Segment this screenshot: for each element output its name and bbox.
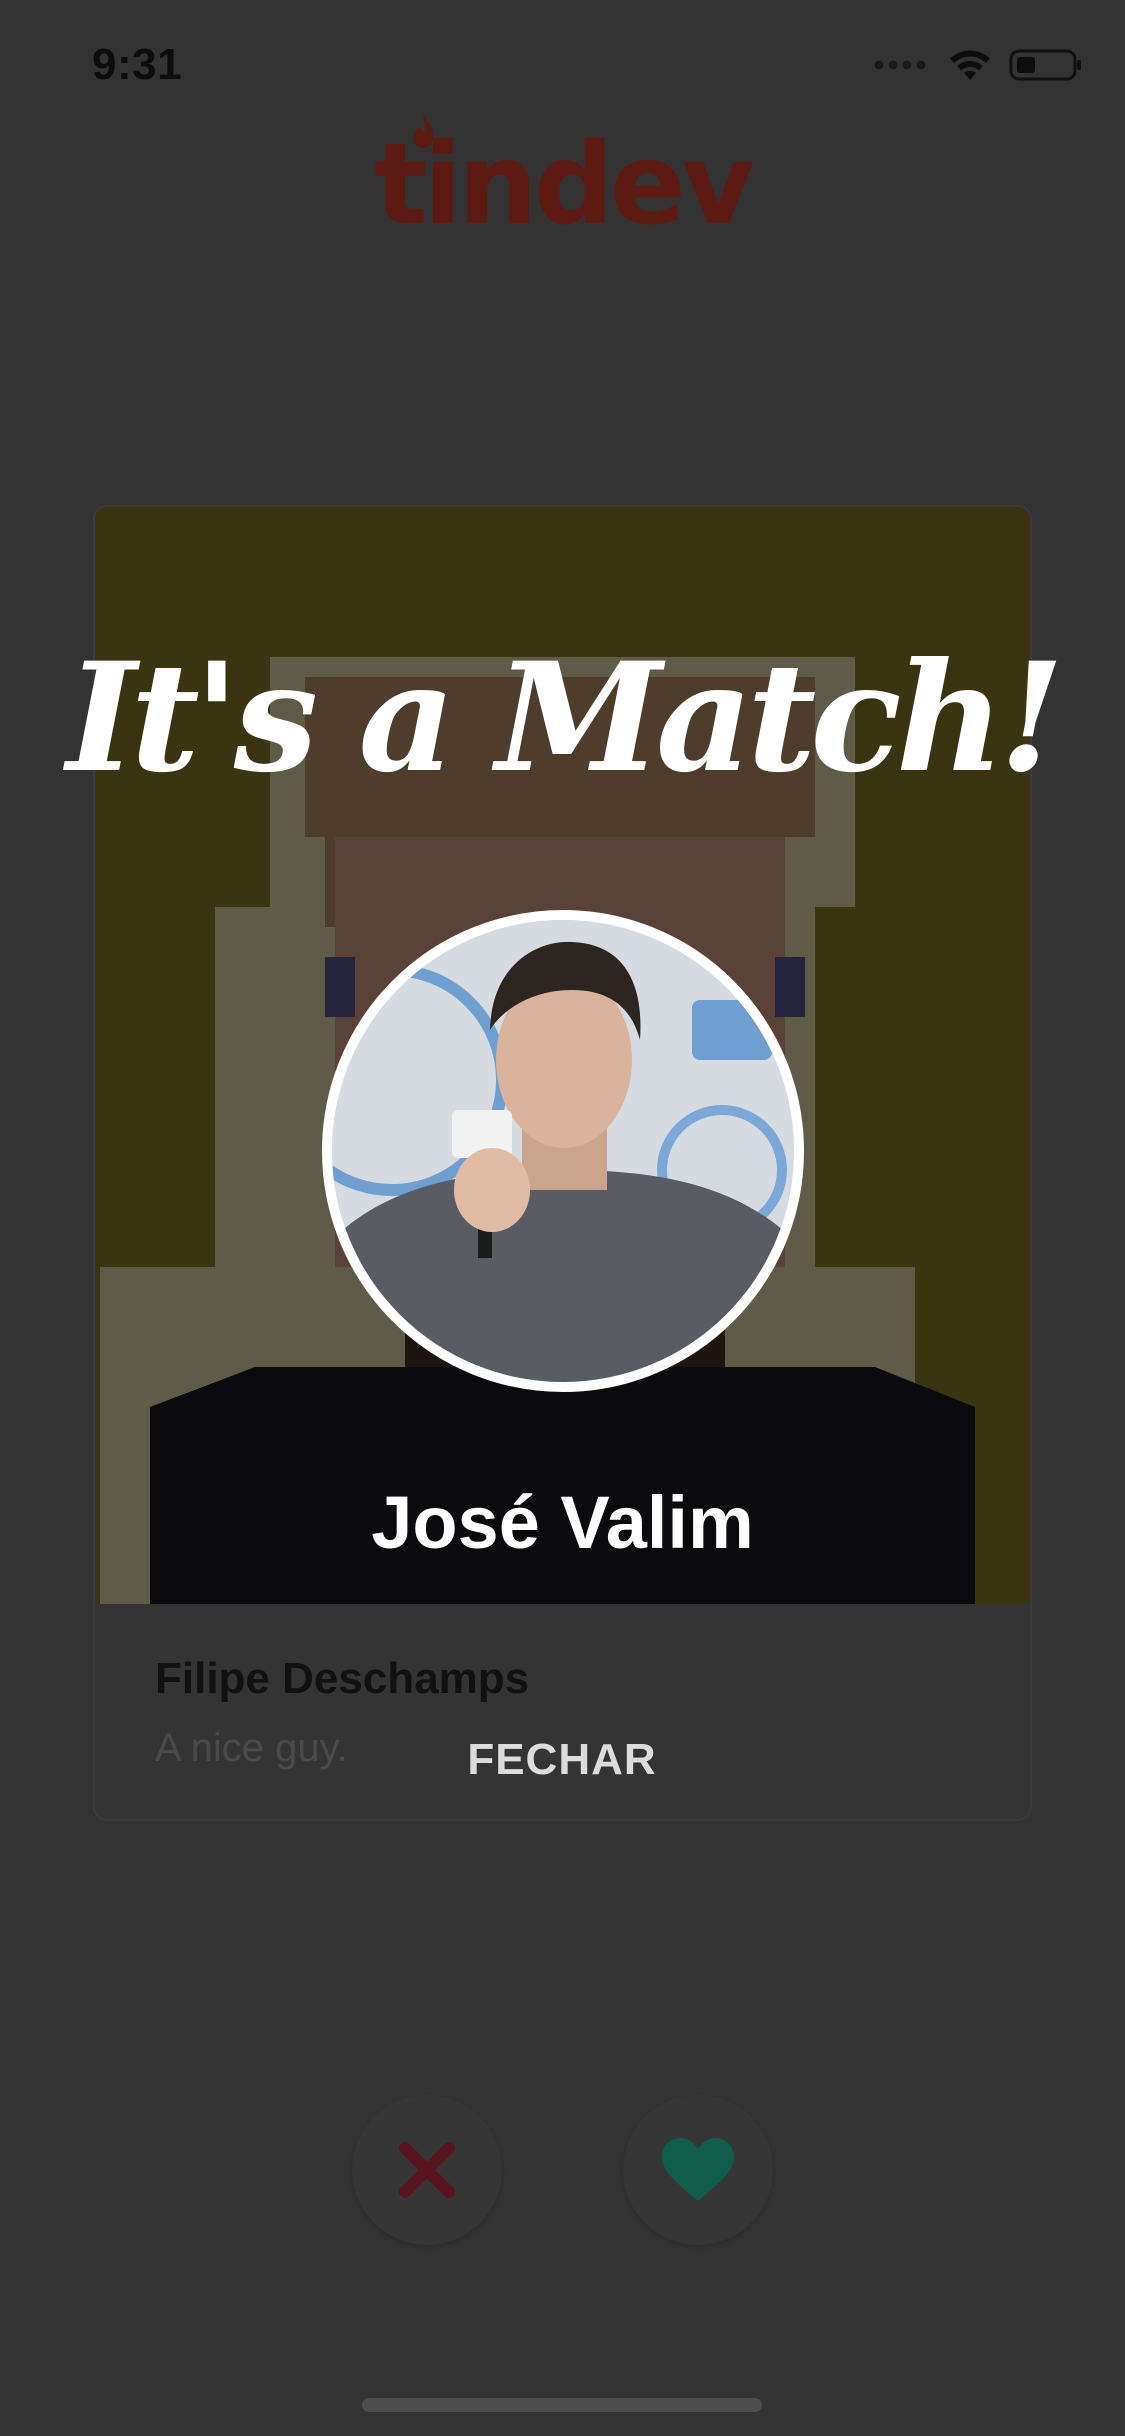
close-icon xyxy=(399,2142,455,2198)
dislike-button[interactable] xyxy=(352,2095,502,2245)
like-button[interactable] xyxy=(623,2095,773,2245)
battery-icon xyxy=(1009,49,1081,81)
match-title: It's a Match! xyxy=(66,630,1064,806)
signal-icon xyxy=(874,60,926,70)
status-time: 9:31 xyxy=(92,40,183,89)
app-logo: tindev xyxy=(0,114,1125,250)
home-indicator[interactable] xyxy=(362,2398,762,2412)
flame-icon xyxy=(413,114,434,148)
heart-icon xyxy=(662,2138,734,2201)
card-bio: A nice guy. xyxy=(155,1726,348,1770)
logo-text: tindev xyxy=(374,114,755,250)
match-photo xyxy=(332,920,794,1382)
match-avatar xyxy=(322,910,804,1392)
match-name: José Valim xyxy=(371,1481,754,1564)
wifi-icon xyxy=(950,50,990,80)
card-name: Filipe Deschamps xyxy=(155,1654,530,1703)
status-icons xyxy=(873,48,1083,82)
status-bar: 9:31 xyxy=(0,0,1125,140)
close-match-button[interactable]: FECHAR xyxy=(412,1735,712,1805)
